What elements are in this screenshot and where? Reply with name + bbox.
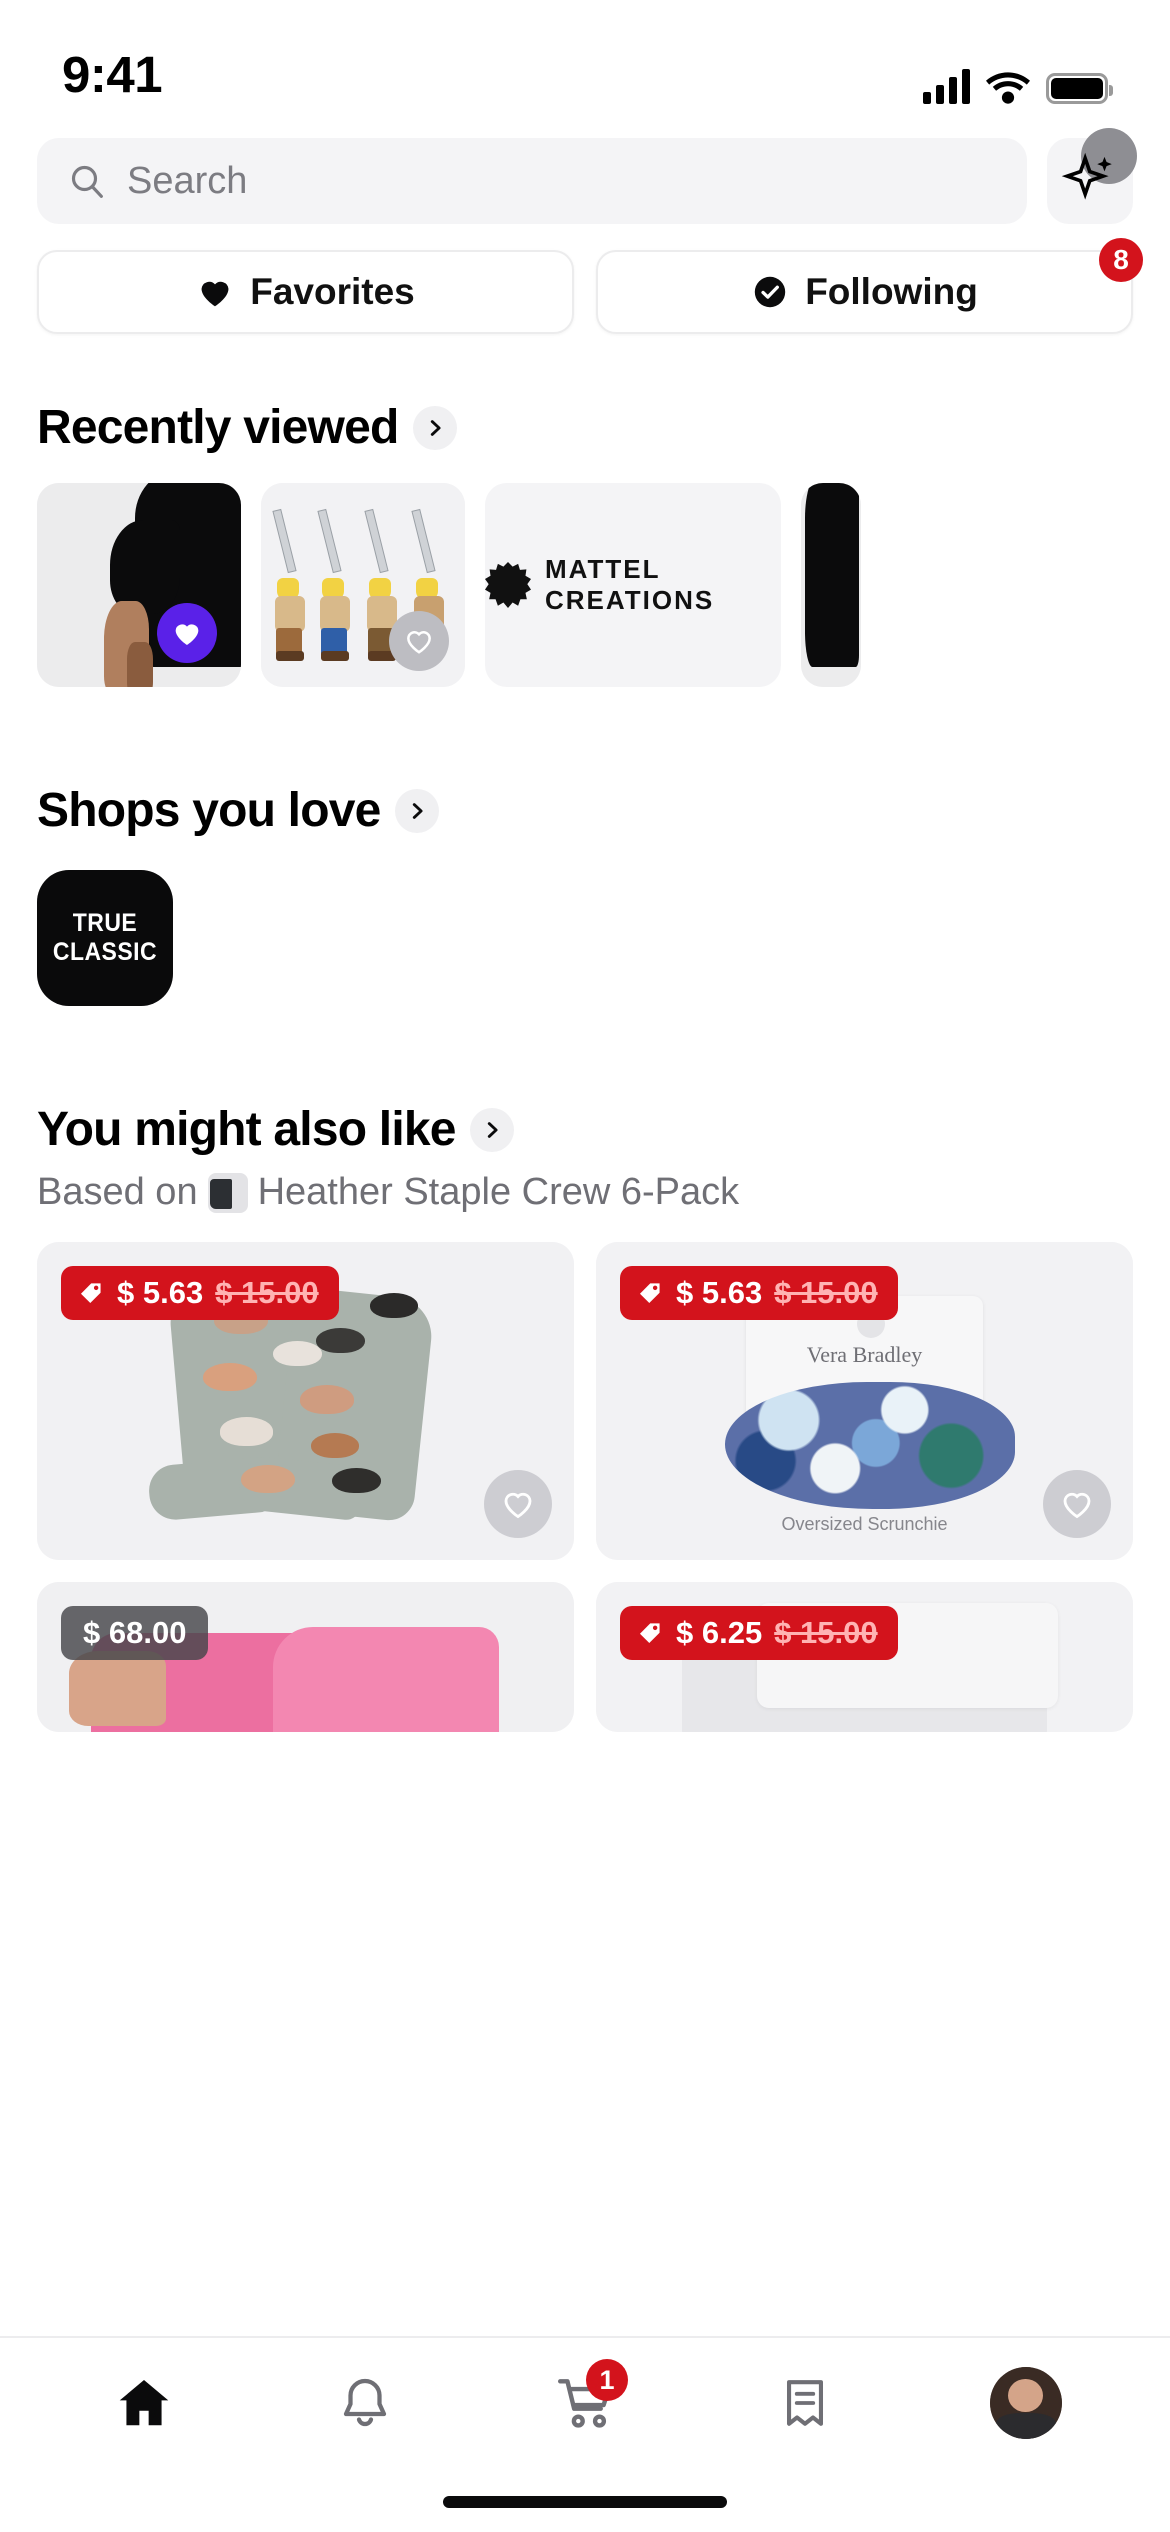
- based-on-product-name: Heather Staple Crew 6-Pack: [257, 1171, 740, 1213]
- favorites-chip-label: Favorites: [250, 271, 415, 312]
- product-image: [37, 483, 241, 687]
- price-badge: $ 68.00: [61, 1606, 209, 1660]
- chevron-right-icon[interactable]: [412, 405, 457, 450]
- battery-full-icon: [1046, 73, 1113, 104]
- sparkle-icon: [1061, 152, 1112, 200]
- product-card-pink-jacket[interactable]: $ 68.00: [37, 1582, 574, 1732]
- sale-price: $ 5.63: [676, 1275, 763, 1310]
- search-input[interactable]: Search: [37, 138, 1027, 224]
- favorites-chip[interactable]: Favorites: [37, 250, 574, 334]
- recently-viewed-card-partial[interactable]: [801, 483, 861, 687]
- status-bar: 9:41: [0, 0, 1170, 118]
- scrunchie-brand-text: Vera Bradley: [806, 1341, 923, 1367]
- starburst-icon: [485, 562, 531, 608]
- sale-price: $ 6.25: [676, 1615, 763, 1650]
- tab-home[interactable]: [89, 2355, 199, 2451]
- chevron-right-icon[interactable]: [469, 1107, 514, 1152]
- recommendation-basis: Based on Heather Staple Crew 6-Pack: [0, 1171, 1170, 1214]
- tab-cart[interactable]: 1: [530, 2355, 640, 2451]
- wifi-icon: [986, 72, 1030, 104]
- product-card-pet-print-socks[interactable]: $ 5.63 $ 15.00: [37, 1242, 574, 1560]
- you-might-also-like-header[interactable]: You might also like: [0, 1102, 1170, 1157]
- shops-list[interactable]: TRUE CLASSIC: [0, 870, 1170, 1006]
- cellular-bars-icon: [923, 68, 970, 104]
- heart-outline-icon: [504, 1492, 532, 1519]
- price-badge: $ 5.63 $ 15.00: [61, 1266, 339, 1320]
- original-price: $ 15.00: [774, 1275, 878, 1310]
- tab-notifications[interactable]: [310, 2355, 420, 2451]
- search-placeholder-text: Search: [127, 159, 248, 202]
- heart-outline-icon: [407, 631, 431, 654]
- favorite-toggle-button[interactable]: [157, 603, 217, 663]
- price-tag-icon: [639, 1623, 660, 1644]
- shop-tile-true-classic[interactable]: TRUE CLASSIC: [37, 870, 173, 1006]
- mattel-creations-logo-text: MATTEL CREATIONS: [545, 554, 715, 615]
- recently-viewed-card-black-tshirt[interactable]: [37, 483, 241, 687]
- sale-price: $ 68.00: [83, 1615, 187, 1650]
- favorite-toggle-button[interactable]: [1043, 1470, 1111, 1538]
- recently-viewed-card-mattel-creations[interactable]: MATTEL CREATIONS: [485, 483, 781, 687]
- tab-profile[interactable]: [971, 2355, 1081, 2451]
- home-filled-icon: [119, 2380, 169, 2426]
- heart-outline-icon: [1063, 1492, 1091, 1519]
- home-indicator: [443, 2496, 727, 2508]
- product-card-vera-bradley-scrunchie[interactable]: Vera Bradley Oversized Scrunchie $ 5.63 …: [596, 1242, 1133, 1560]
- favorite-toggle-button[interactable]: [389, 611, 449, 671]
- receipt-outline-icon: [787, 2380, 824, 2426]
- recently-viewed-title: Recently viewed: [37, 401, 399, 454]
- price-badge: $ 5.63 $ 15.00: [620, 1266, 898, 1320]
- bottom-tab-bar: 1: [0, 2336, 1170, 2532]
- status-time: 9:41: [62, 46, 163, 103]
- recently-viewed-header[interactable]: Recently viewed: [0, 400, 1170, 455]
- shops-you-love-header[interactable]: Shops you love: [0, 783, 1170, 838]
- heart-filled-icon: [175, 624, 199, 645]
- price-badge: $ 6.25 $ 15.00: [620, 1606, 898, 1660]
- recently-viewed-carousel[interactable]: MATTEL CREATIONS: [0, 483, 1170, 687]
- you-might-also-like-title: You might also like: [37, 1103, 456, 1156]
- search-row: Search: [0, 128, 1170, 224]
- price-tag-icon: [639, 1283, 660, 1304]
- check-circle-filled-icon: [754, 276, 786, 308]
- shops-you-love-title: Shops you love: [37, 784, 381, 837]
- favorite-toggle-button[interactable]: [484, 1470, 552, 1538]
- bell-outline-icon: [343, 2378, 386, 2427]
- product-image: [801, 483, 861, 687]
- original-price: $ 15.00: [774, 1615, 878, 1650]
- product-card-grey-product[interactable]: $ 6.25 $ 15.00: [596, 1582, 1133, 1732]
- filter-chips: Favorites Following 8: [0, 238, 1170, 334]
- recently-viewed-card-he-man-figures[interactable]: [261, 483, 465, 687]
- following-chip[interactable]: Following 8: [596, 238, 1143, 334]
- original-price: $ 15.00: [215, 1275, 319, 1310]
- status-icons: [923, 68, 1113, 104]
- based-on-prefix: Based on: [37, 1171, 198, 1213]
- price-tag-icon: [80, 1283, 101, 1304]
- following-chip-label: Following: [805, 271, 978, 312]
- avatar-icon: [989, 2367, 1062, 2439]
- chevron-right-icon[interactable]: [394, 788, 439, 833]
- recommended-products-grid: $ 5.63 $ 15.00 Vera Bradley Oversized Sc…: [0, 1242, 1170, 1732]
- cart-badge: 1: [585, 2359, 628, 2401]
- ai-assistant-button[interactable]: [1047, 128, 1137, 224]
- tab-orders[interactable]: [750, 2355, 860, 2451]
- heart-filled-icon: [201, 281, 229, 307]
- following-badge: 8: [1099, 238, 1143, 282]
- search-icon: [71, 165, 103, 198]
- sale-price: $ 5.63: [117, 1275, 204, 1310]
- true-classic-logo-text: TRUE CLASSIC: [52, 909, 158, 966]
- product-thumbnail-icon: [207, 1172, 248, 1213]
